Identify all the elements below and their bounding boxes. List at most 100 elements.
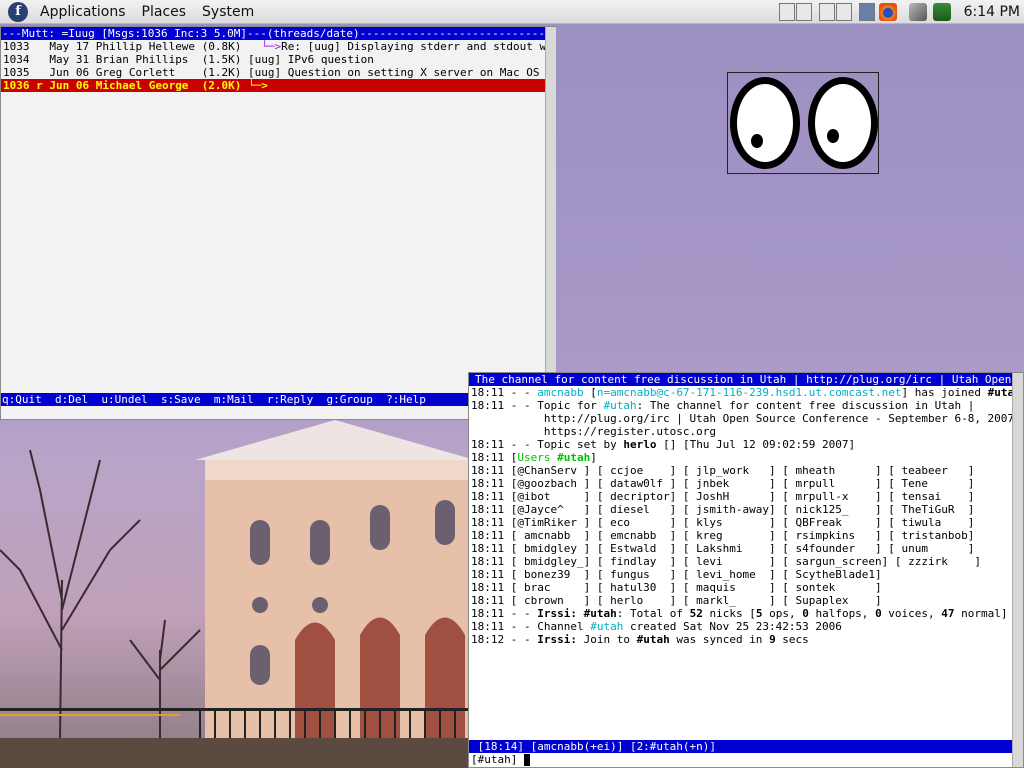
mutt-scrollbar[interactable] xyxy=(545,27,556,419)
irssi-text: 0 xyxy=(875,607,882,620)
workspace-4[interactable] xyxy=(835,2,852,21)
irssi-text: 18:11 [@goozbach ] [ dataw0lf ] [ jnbek … xyxy=(471,477,975,490)
irssi-text: 18:11 [ brac ] [ hatul30 ] [ maquis ] [ … xyxy=(471,581,882,594)
mutt-status-header: ---Mutt: =Iuug [Msgs:1036 Inc:3 5.0M]---… xyxy=(1,27,555,40)
irssi-text: secs xyxy=(775,633,809,646)
applications-menu[interactable]: Applications xyxy=(32,0,134,24)
irssi-text: 18:11 [ amcnabb ] [ emcnabb ] [ kreg ] [… xyxy=(471,529,975,542)
irssi-line: http://plug.org/irc | Utah Open Source C… xyxy=(469,412,1023,425)
irssi-text: Irssi: xyxy=(537,633,577,646)
irssi-text: voices, xyxy=(881,607,942,620)
message-index[interactable]: 1033 May 17 Phillip Hellewe (0.8K) └─>Re… xyxy=(1,40,555,92)
message-row[interactable]: 1034 May 31 Brian Phillips (1.5K) [uug] … xyxy=(1,53,555,66)
workspace-2[interactable] xyxy=(795,2,812,21)
irssi-text: ] xyxy=(590,451,597,464)
irssi-line: https://register.utosc.org xyxy=(469,425,1023,438)
irssi-messages: 18:11 - - amcnabb [n=amcnabb@c-67-171-11… xyxy=(469,386,1023,646)
firefox-icon[interactable] xyxy=(878,2,897,21)
irssi-text: 0 xyxy=(802,607,809,620)
irssi-text: 18:11 [@ibot ] [ decriptor] [ JoshH ] [ … xyxy=(471,490,975,503)
message-size: (1.5K) xyxy=(201,53,249,66)
message-subject: Re: [uug] Displaying stderr and stdout w… xyxy=(281,40,555,53)
irssi-text: 52 xyxy=(689,607,703,620)
irssi-text: Users xyxy=(517,451,558,464)
system-menu[interactable]: System xyxy=(194,0,262,24)
thread-arrow-icon: └─> xyxy=(248,79,268,92)
irssi-text: 9 xyxy=(769,633,776,646)
irssi-line: 18:11 [@goozbach ] [ dataw0lf ] [ jnbek … xyxy=(469,477,1023,490)
workspace-3[interactable] xyxy=(818,2,835,21)
irssi-text: #utah xyxy=(557,451,591,464)
workspace-switcher[interactable] xyxy=(778,2,900,21)
message-row[interactable]: 1033 May 17 Phillip Hellewe (0.8K) └─>Re… xyxy=(1,40,555,53)
workspace-1[interactable] xyxy=(778,2,795,21)
irssi-line: 18:11 [ bmidgley ] [ Estwald ] [ Lakshmi… xyxy=(469,542,1023,555)
irssi-text: #utah xyxy=(590,620,624,633)
message-from: Brian Phillips xyxy=(95,53,202,66)
irssi-input-line[interactable]: [#utah] xyxy=(469,753,1013,767)
irssi-text: herlo xyxy=(623,438,657,451)
message-number: 1034 xyxy=(3,53,50,66)
irssi-text: ops, xyxy=(762,607,803,620)
irssi-line: 18:11 [ bmidgley_] [ findlay ] [ levi ] … xyxy=(469,555,1023,568)
irssi-status-bar: [18:14] [amcnabb(+ei)] [2:#utah(+n)] xyxy=(469,740,1013,753)
irssi-text: Join to xyxy=(576,633,637,646)
message-row[interactable]: 1035 Jun 06 Greg Corlett (1.2K) [uug] Qu… xyxy=(1,66,555,79)
irssi-line: 18:11 [ brac ] [ hatul30 ] [ maquis ] [ … xyxy=(469,581,1023,594)
irssi-line: 18:11 [@Jayce^ ] [ diesel ] [ jsmith-awa… xyxy=(469,503,1023,516)
wallpaper-ground xyxy=(0,738,470,768)
message-size: (0.8K) xyxy=(201,40,249,53)
right-eye xyxy=(808,77,878,169)
text-cursor xyxy=(523,754,530,766)
irssi-text: 18:11 - - Topic set by xyxy=(471,438,624,451)
message-size: (2.0K) xyxy=(201,79,249,92)
irssi-text: 18:11 - - Topic for xyxy=(471,399,604,412)
message-from: Michael George xyxy=(95,79,202,92)
irssi-text: 18:11 [ bmidgley_] [ findlay ] [ levi ] … xyxy=(471,555,981,568)
irssi-text: Irssi: xyxy=(537,607,577,620)
places-menu[interactable]: Places xyxy=(134,0,195,24)
message-row[interactable]: 1036 r Jun 06 Michael George (2.0K) └─> xyxy=(1,79,555,92)
message-subject: [uug] IPv6 question xyxy=(248,53,374,66)
wallpaper-fence xyxy=(0,708,470,740)
irssi-text: 18:11 [@Jayce^ ] [ diesel ] [ jsmith-awa… xyxy=(471,503,975,516)
irssi-line: 18:11 - - Irssi: #utah: Total of 52 nick… xyxy=(469,607,1023,620)
workspace-5[interactable] xyxy=(858,2,875,21)
message-date: Jun 06 xyxy=(49,66,96,79)
message-date: May 31 xyxy=(49,53,96,66)
clock[interactable]: 6:14 PM xyxy=(964,4,1020,20)
right-pupil xyxy=(827,129,839,143)
irssi-line: 18:12 - - Irssi: Join to #utah was synce… xyxy=(469,633,1023,646)
message-number: 1035 xyxy=(3,66,50,79)
irssi-text: n=amcnabb@c-67-171-116-239.hsd1.ut.comca… xyxy=(596,386,902,399)
irssi-text: 18:11 - - xyxy=(471,386,538,399)
irssi-line: 18:11 - - amcnabb [n=amcnabb@c-67-171-11… xyxy=(469,386,1023,399)
irssi-line: 18:11 [@ibot ] [ decriptor] [ JoshH ] [ … xyxy=(469,490,1023,503)
message-from: Greg Corlett xyxy=(95,66,202,79)
irssi-line: 18:11 - - Channel #utah created Sat Nov … xyxy=(469,620,1023,633)
irssi-text: [ xyxy=(583,386,597,399)
xeyes-window[interactable] xyxy=(727,72,879,174)
irssi-text: 18:11 [ bmidgley ] [ Estwald ] [ Lakshmi… xyxy=(471,542,975,555)
message-date: Jun 06 xyxy=(49,79,96,92)
irssi-scrollbar[interactable] xyxy=(1012,373,1023,767)
update-notifier-icon[interactable] xyxy=(932,2,951,21)
irssi-text: 18:11 [ cbrown ] [ herlo ] [ markl_ ] [ … xyxy=(471,594,882,607)
fedora-logo-icon[interactable]: f xyxy=(8,1,28,22)
irssi-text: nicks [ xyxy=(702,607,756,620)
irssi-text: halfops, xyxy=(808,607,876,620)
mutt-terminal[interactable]: ---Mutt: =Iuug [Msgs:1036 Inc:3 5.0M]---… xyxy=(0,26,556,420)
message-size: (1.2K) xyxy=(201,66,249,79)
irssi-text: #utah xyxy=(583,607,617,620)
message-number: 1033 xyxy=(3,40,50,53)
irssi-text: : Total of xyxy=(616,607,690,620)
irssi-text: ] has joined xyxy=(901,386,988,399)
irssi-text: normal] xyxy=(954,607,1008,620)
irssi-line: 18:11 - - Topic for #utah: The channel f… xyxy=(469,399,1023,412)
irssi-text: 18:11 - - xyxy=(471,607,538,620)
irssi-terminal[interactable]: The channel for content free discussion … xyxy=(468,372,1024,768)
irssi-text: 18:11 [ bonez39 ] [ fungus ] [ levi_home… xyxy=(471,568,882,581)
irssi-line: 18:11 [ amcnabb ] [ emcnabb ] [ kreg ] [… xyxy=(469,529,1023,542)
irssi-line: 18:11 [@TimRiker ] [ eco ] [ klys ] [ QB… xyxy=(469,516,1023,529)
mouse-icon[interactable] xyxy=(908,2,927,21)
